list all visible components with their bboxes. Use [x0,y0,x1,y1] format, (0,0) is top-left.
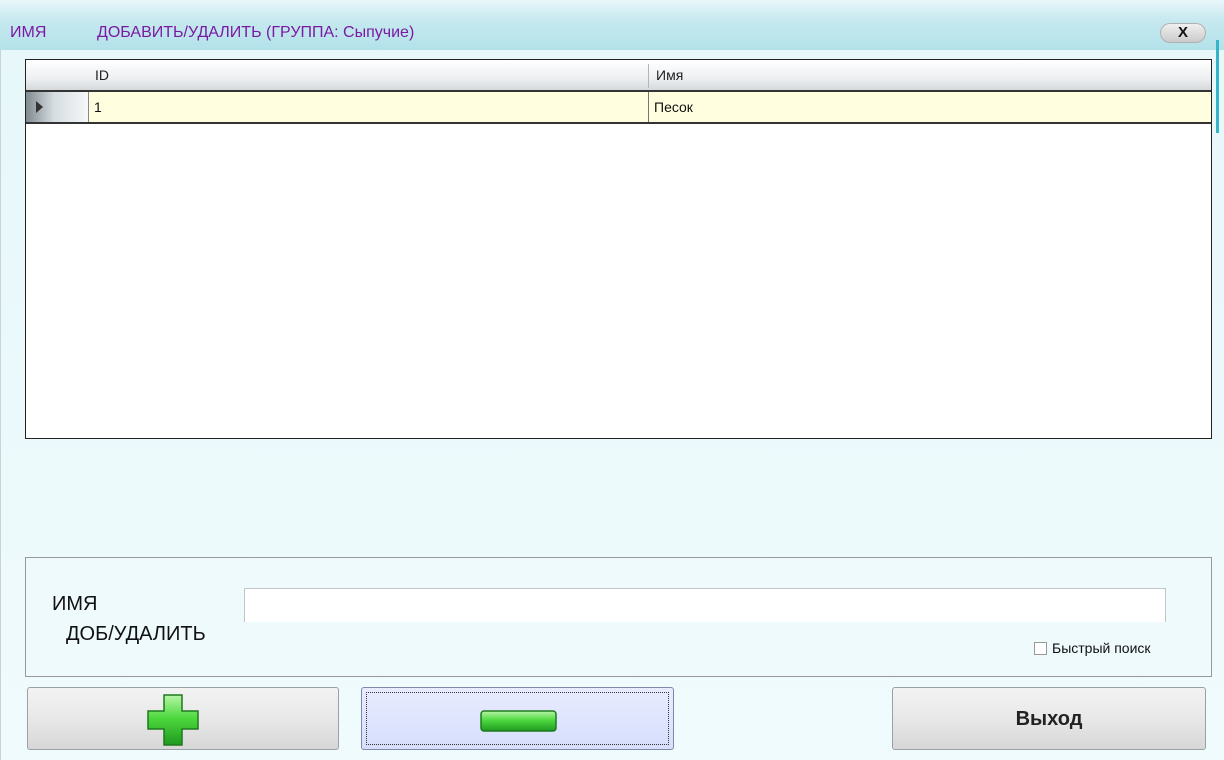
add-button[interactable] [27,687,339,750]
column-header-name[interactable]: Имя [649,60,1209,90]
plus-icon [147,694,199,746]
quick-search-checkbox[interactable]: Быстрый поиск [1034,639,1151,657]
window-title: ИМЯ ДОБАВИТЬ/УДАЛИТЬ (ГРУППА: Сыпучие) [10,24,414,42]
exit-button[interactable]: Выход [892,687,1206,750]
title-name: ИМЯ [10,24,47,41]
window-border [0,50,1,760]
remove-button[interactable] [361,687,674,750]
row-selector[interactable] [26,92,89,122]
close-button[interactable]: X [1160,23,1206,43]
checkbox-icon[interactable] [1034,641,1047,655]
cell-name[interactable]: Песок [649,92,1209,122]
name-input[interactable] [244,588,1166,622]
title-bar: ИМЯ ДОБАВИТЬ/УДАЛИТЬ (ГРУППА: Сыпучие) X [0,0,1224,50]
table-row[interactable]: 1 Песок [26,92,1211,124]
items-grid[interactable]: ID Имя 1 Песок [25,59,1212,439]
minus-icon [480,710,557,732]
window-accent-bar [1216,40,1219,133]
current-row-arrow-icon [36,101,43,113]
cell-id[interactable]: 1 [89,92,647,122]
exit-button-label: Выход [1015,708,1083,730]
quick-search-label: Быстрый поиск [1052,640,1151,656]
dialog-window: ИМЯ ДОБАВИТЬ/УДАЛИТЬ (ГРУППА: Сыпучие) X … [0,0,1224,760]
name-label: ИМЯ [52,593,98,615]
add-remove-label: ДОБ/УДАЛИТЬ [66,623,206,645]
grid-header: ID Имя [26,60,1211,92]
column-header-id[interactable]: ID [88,60,648,90]
title-group: ДОБАВИТЬ/УДАЛИТЬ (ГРУППА: Сыпучие) [97,24,415,41]
